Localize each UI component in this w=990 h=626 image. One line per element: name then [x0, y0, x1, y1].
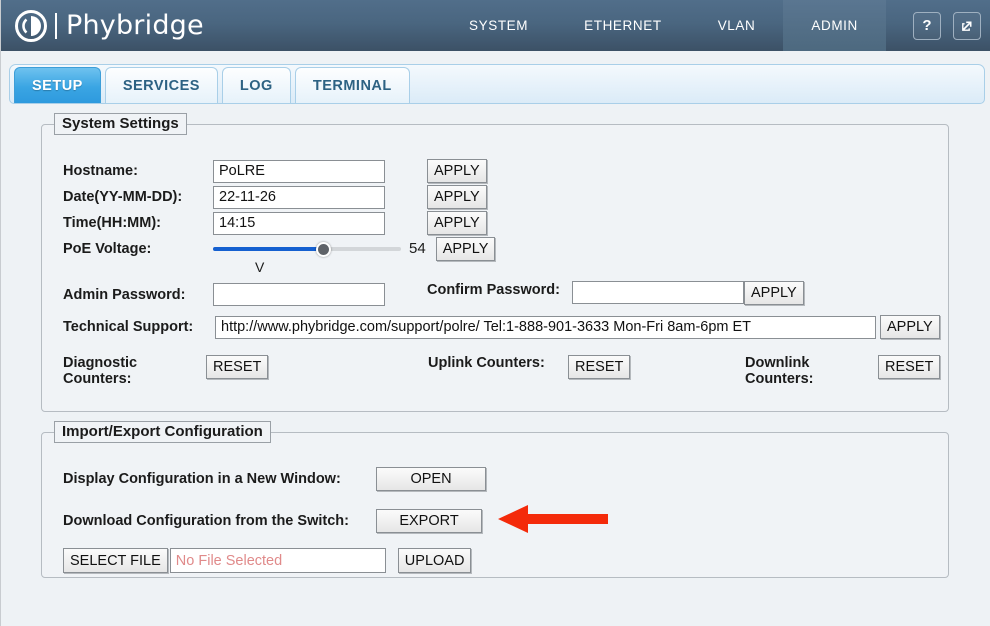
export-config-button[interactable]: EXPORT: [376, 509, 482, 533]
nav-item-system[interactable]: SYSTEM: [441, 0, 556, 51]
system-settings-panel: System Settings Hostname: APPLY Date(YY-…: [41, 113, 949, 412]
date-label: Date(YY-MM-DD):: [63, 189, 183, 205]
nav-item-vlan[interactable]: VLAN: [690, 0, 784, 51]
select-file-button[interactable]: SELECT FILE: [63, 548, 168, 573]
time-label: Time(HH:MM):: [63, 215, 161, 231]
app-page: Phybridge SYSTEM ETHERNET VLAN ADMIN ? S…: [0, 0, 990, 626]
date-row: Date(YY-MM-DD): APPLY: [63, 185, 487, 209]
uplink-counters-label: Uplink Counters:: [428, 355, 545, 371]
nav-item-ethernet[interactable]: ETHERNET: [556, 0, 690, 51]
hostname-label: Hostname:: [63, 163, 138, 179]
main-nav: SYSTEM ETHERNET VLAN ADMIN: [441, 0, 886, 51]
open-config-button[interactable]: OPEN: [376, 467, 486, 491]
poe-voltage-label: PoE Voltage:: [63, 241, 152, 257]
tab-terminal[interactable]: TERMINAL: [294, 67, 410, 103]
import-export-panel: Import/Export Configuration Display Conf…: [41, 421, 949, 578]
brand-logo: Phybridge: [15, 0, 204, 51]
time-apply-button[interactable]: APPLY: [427, 211, 487, 235]
hostname-apply-button[interactable]: APPLY: [427, 159, 487, 183]
display-config-row: Display Configuration in a New Window: O…: [63, 467, 486, 491]
downlink-counters-label: Downlink Counters:: [745, 355, 814, 387]
slider-fill: [213, 247, 324, 251]
system-settings-legend: System Settings: [54, 113, 187, 135]
download-config-label: Download Configuration from the Switch:: [63, 513, 349, 529]
poe-voltage-value: 54: [409, 240, 426, 257]
confirm-password-label: Confirm Password:: [427, 282, 560, 298]
time-row: Time(HH:MM): APPLY: [63, 211, 487, 235]
phybridge-logo-icon: [15, 9, 47, 42]
technical-support-row: Technical Support: APPLY: [63, 315, 940, 339]
display-config-label: Display Configuration in a New Window:: [63, 471, 341, 487]
downlink-counters-row: Downlink Counters: RESET: [745, 355, 941, 387]
time-input[interactable]: [213, 211, 385, 235]
external-link-icon[interactable]: [953, 11, 981, 40]
uplink-counters-reset-button[interactable]: RESET: [568, 355, 631, 379]
diagnostic-counters-row: Diagnostic Counters: RESET: [63, 355, 269, 387]
poe-voltage-apply-button[interactable]: APPLY: [435, 237, 496, 261]
admin-password-input[interactable]: [213, 283, 385, 306]
technical-support-label: Technical Support:: [63, 319, 194, 335]
diagnostic-counters-reset-button[interactable]: RESET: [206, 355, 269, 379]
tab-setup[interactable]: SETUP: [14, 67, 101, 103]
uplink-counters-row: Uplink Counters: RESET: [428, 355, 631, 379]
technical-support-apply-button[interactable]: APPLY: [880, 315, 940, 339]
selected-file-input[interactable]: [169, 548, 386, 573]
technical-support-input[interactable]: [215, 315, 876, 339]
tab-log[interactable]: LOG: [221, 67, 291, 103]
left-pointing-arrow-icon: [498, 504, 608, 534]
poe-voltage-unit: V: [255, 259, 265, 275]
hostname-input[interactable]: [213, 159, 385, 183]
date-apply-button[interactable]: APPLY: [427, 185, 487, 209]
hostname-row: Hostname: APPLY: [63, 159, 487, 183]
poe-voltage-slider[interactable]: [213, 239, 401, 259]
download-config-row: Download Configuration from the Switch: …: [63, 509, 482, 533]
date-input[interactable]: [213, 185, 385, 209]
header-icon-group: ?: [913, 0, 981, 51]
tab-bar: SETUP SERVICES LOG TERMINAL: [9, 64, 985, 104]
import-export-legend: Import/Export Configuration: [54, 421, 271, 443]
tab-services[interactable]: SERVICES: [104, 67, 218, 103]
confirm-password-input[interactable]: [572, 281, 744, 304]
app-header: Phybridge SYSTEM ETHERNET VLAN ADMIN ?: [1, 0, 990, 51]
upload-button[interactable]: UPLOAD: [397, 548, 472, 573]
poe-voltage-row: PoE Voltage: 54 APPLY: [63, 237, 496, 261]
upload-config-row: SELECT FILE UPLOAD: [63, 548, 472, 573]
confirm-password-apply-button[interactable]: APPLY: [744, 281, 804, 305]
question-mark-icon[interactable]: ?: [913, 11, 941, 40]
slider-thumb[interactable]: [316, 242, 331, 257]
diagnostic-counters-label: Diagnostic Counters:: [63, 355, 138, 387]
admin-password-row: Admin Password:: [63, 283, 385, 306]
nav-item-admin[interactable]: ADMIN: [783, 0, 886, 51]
brand-name: Phybridge: [66, 10, 204, 41]
confirm-password-row: Confirm Password: APPLY: [427, 277, 804, 305]
brand-divider: [55, 12, 57, 39]
downlink-counters-reset-button[interactable]: RESET: [878, 355, 941, 379]
admin-password-label: Admin Password:: [63, 286, 186, 303]
